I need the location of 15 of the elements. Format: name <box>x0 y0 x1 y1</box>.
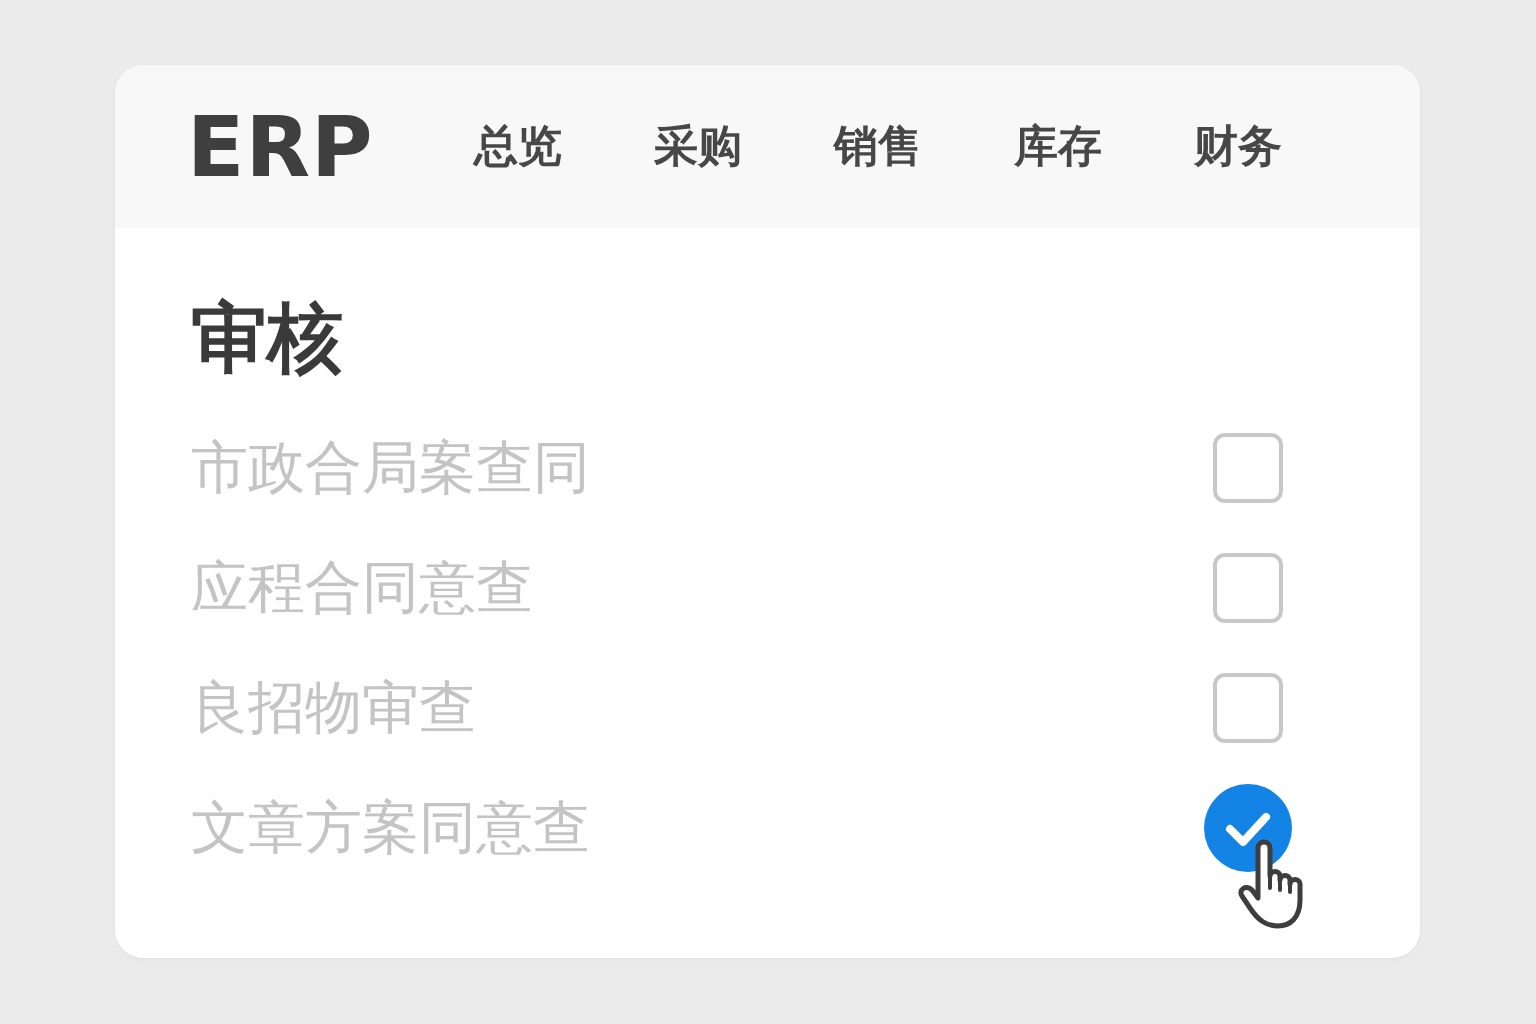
nav-link[interactable]: 采购 <box>653 117 742 176</box>
nav-link[interactable]: 总览 <box>473 117 562 176</box>
checkbox[interactable] <box>1213 673 1283 743</box>
checkbox[interactable] <box>1213 553 1283 623</box>
checkmark-icon <box>1226 813 1270 846</box>
app-logo: ERP <box>187 97 374 196</box>
checkbox[interactable] <box>1213 433 1283 503</box>
item-label: 应程合同意查 <box>191 552 533 622</box>
nav-link[interactable]: 销售 <box>833 117 922 176</box>
item-label: 文章方案同意查 <box>191 792 590 862</box>
item-label: 良招物审查 <box>191 672 476 742</box>
section-title: 审核 <box>191 292 344 384</box>
nav-link[interactable]: 财务 <box>1193 117 1282 176</box>
item-label: 市政合局案查同 <box>191 432 590 502</box>
nav-link[interactable]: 库存 <box>1013 117 1102 176</box>
